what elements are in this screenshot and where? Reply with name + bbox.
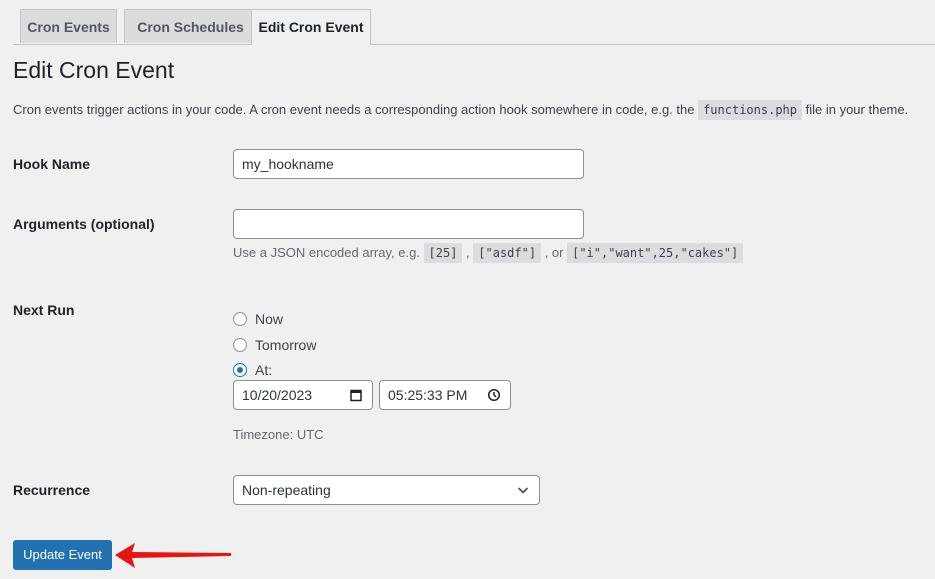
tab-cron-events[interactable]: Cron Events xyxy=(20,9,117,43)
calendar-icon[interactable] xyxy=(349,388,363,402)
radio-label: Now xyxy=(255,311,284,327)
example-code-2: ["asdf"] xyxy=(473,243,542,263)
code-snippet: functions.php xyxy=(698,100,802,120)
example-code-1: [25] xyxy=(423,243,463,263)
radio-button[interactable] xyxy=(233,338,247,352)
timezone-text: Timezone: UTC xyxy=(233,427,324,442)
chevron-down-icon xyxy=(517,487,529,494)
radio-now[interactable]: Now xyxy=(233,311,283,327)
radio-button-checked[interactable] xyxy=(233,363,247,377)
description-text-end: file in your theme. xyxy=(802,102,909,117)
example-code-3: ["i","want",25,"cakes"] xyxy=(567,243,744,263)
arguments-help: Use a JSON encoded array, e.g. [25] , ["… xyxy=(233,243,744,263)
radio-label: At: xyxy=(255,362,273,378)
next-run-label: Next Run xyxy=(13,302,75,318)
clock-icon[interactable] xyxy=(487,388,501,402)
tab-edit-cron-event[interactable]: Edit Cron Event xyxy=(251,9,371,45)
update-event-button[interactable]: Update Event xyxy=(13,540,112,570)
description-text: Cron events trigger actions in your code… xyxy=(13,102,699,117)
radio-tomorrow[interactable]: Tomorrow xyxy=(233,337,316,353)
hook-name-label: Hook Name xyxy=(13,156,91,172)
help-sep-1: , xyxy=(462,245,474,260)
page-description: Cron events trigger actions in your code… xyxy=(13,100,909,120)
page-title: Edit Cron Event xyxy=(13,57,175,83)
recurrence-value: Non-repeating xyxy=(242,482,331,498)
recurrence-select[interactable]: Non-repeating xyxy=(233,475,540,505)
radio-label: Tomorrow xyxy=(255,337,317,353)
arguments-label: Arguments (optional) xyxy=(13,216,155,232)
nav-tabs: Cron Events Cron Schedules Edit Cron Eve… xyxy=(13,9,935,45)
date-value: 10/20/2023 xyxy=(242,387,313,403)
radio-at[interactable]: At: xyxy=(233,362,272,378)
help-sep-2: , or xyxy=(541,245,568,260)
help-text: Use a JSON encoded array, e.g. xyxy=(233,245,424,260)
tab-cron-schedules[interactable]: Cron Schedules xyxy=(124,9,257,43)
annotation-arrow-icon xyxy=(115,543,231,568)
time-value: 05:25:33 PM xyxy=(388,387,468,403)
radio-button[interactable] xyxy=(233,312,247,326)
recurrence-label: Recurrence xyxy=(13,482,91,498)
hook-name-input[interactable]: my_hookname xyxy=(233,149,584,179)
arguments-input[interactable] xyxy=(233,209,584,239)
time-input[interactable]: 05:25:33 PM xyxy=(379,380,511,410)
date-input[interactable]: 10/20/2023 xyxy=(233,380,373,410)
